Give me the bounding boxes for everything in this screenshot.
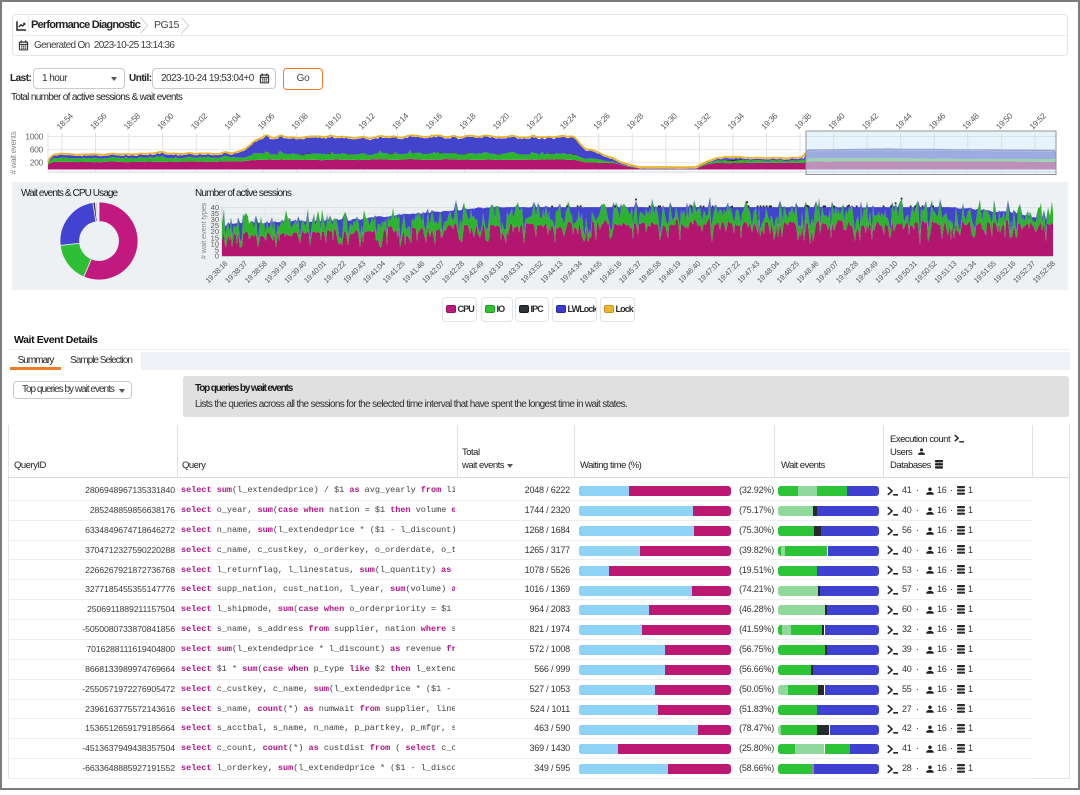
svg-text:19:48: 19:48 xyxy=(961,111,981,131)
svg-text:19:04: 19:04 xyxy=(223,111,243,131)
svg-text:19:14: 19:14 xyxy=(391,111,411,131)
svg-text:19:12: 19:12 xyxy=(357,111,377,131)
svg-text:19:10: 19:10 xyxy=(323,111,343,131)
svg-text:# wait event types: # wait event types xyxy=(199,202,208,259)
svg-text:19:42: 19:42 xyxy=(860,111,880,131)
svg-text:19:00: 19:00 xyxy=(156,111,176,131)
svg-text:19:36: 19:36 xyxy=(760,111,780,131)
svg-text:18:54: 18:54 xyxy=(55,111,75,131)
svg-text:# wait events: # wait events xyxy=(9,131,18,174)
svg-text:1000: 1000 xyxy=(25,132,43,142)
svg-text:19:52: 19:52 xyxy=(1028,111,1048,131)
svg-text:19:16: 19:16 xyxy=(424,111,444,131)
svg-text:18:58: 18:58 xyxy=(122,111,142,131)
svg-text:40: 40 xyxy=(211,203,219,212)
svg-text:18:56: 18:56 xyxy=(89,111,109,131)
svg-text:19:20: 19:20 xyxy=(491,111,511,131)
svg-text:19:34: 19:34 xyxy=(726,111,746,131)
svg-text:19:22: 19:22 xyxy=(525,111,545,131)
svg-text:19:02: 19:02 xyxy=(189,111,209,131)
svg-text:19:06: 19:06 xyxy=(256,111,276,131)
svg-text:19:46: 19:46 xyxy=(927,111,947,131)
svg-text:19:24: 19:24 xyxy=(558,111,578,131)
svg-text:19:44: 19:44 xyxy=(894,111,914,131)
svg-text:Number of active sessions: Number of active sessions xyxy=(195,188,292,199)
svg-text:19:38: 19:38 xyxy=(793,111,813,131)
svg-text:19:08: 19:08 xyxy=(290,111,310,131)
svg-text:19:28: 19:28 xyxy=(625,111,645,131)
svg-text:19:18: 19:18 xyxy=(458,111,478,131)
svg-text:Wait events & CPU Usage: Wait events & CPU Usage xyxy=(21,188,119,199)
svg-text:19:30: 19:30 xyxy=(659,111,679,131)
svg-text:19:32: 19:32 xyxy=(692,111,712,131)
svg-text:200: 200 xyxy=(30,158,44,168)
svg-text:19:40: 19:40 xyxy=(827,111,847,131)
svg-text:600: 600 xyxy=(30,145,44,155)
svg-text:19:26: 19:26 xyxy=(592,111,612,131)
svg-text:19:50: 19:50 xyxy=(994,111,1014,131)
